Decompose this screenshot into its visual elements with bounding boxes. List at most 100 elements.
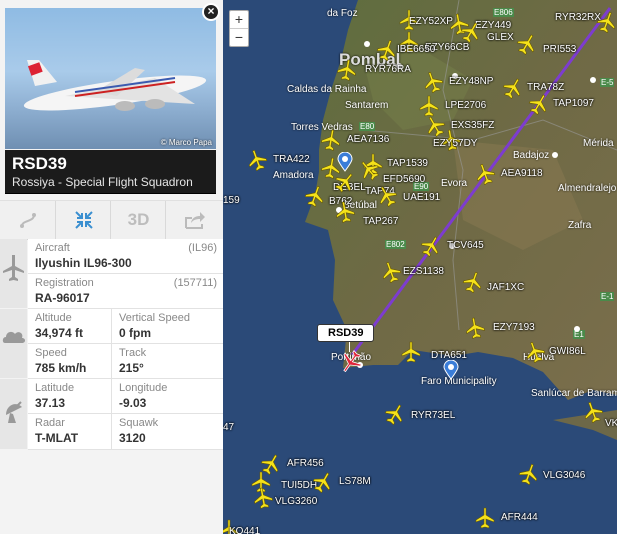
aircraft-code: (IL96)	[188, 242, 217, 254]
flight-callsign-tag[interactable]: KO441	[229, 526, 260, 534]
flight-map[interactable]: + − da Foz Pombal Caldas da Rainha Santa…	[223, 0, 617, 534]
registration-label: Registration	[35, 277, 94, 289]
center-map-button[interactable]	[55, 201, 111, 239]
flight-callsign-tag[interactable]: EZY48NP	[449, 76, 493, 87]
flight-plane-icon[interactable]	[384, 403, 406, 425]
flight-callsign-tag[interactable]: TAP1539	[387, 158, 428, 169]
flight-callsign-tag[interactable]: AEA9118	[501, 168, 543, 179]
flight-callsign-tag[interactable]: TRA422	[273, 154, 310, 165]
zoom-in-button[interactable]: +	[230, 11, 248, 28]
registration-value: RA-96017	[35, 291, 90, 305]
track-label: Track	[119, 347, 147, 359]
flight-plane-icon[interactable]	[474, 507, 496, 529]
flight-callsign-tag[interactable]: TCV645	[447, 240, 484, 251]
flight-callsign-tag[interactable]: AFR444	[501, 512, 538, 523]
zoom-out-button[interactable]: −	[230, 28, 248, 46]
flight-plane-icon[interactable]	[320, 129, 342, 151]
flight-callsign-tag[interactable]: DTA651	[431, 350, 467, 361]
flight-plane-icon[interactable]	[528, 93, 550, 115]
squawk-label: Squawk	[119, 417, 159, 429]
close-panel-button[interactable]: ×	[202, 3, 220, 21]
aircraft-category	[0, 239, 27, 308]
flight-title-box: RSD39 Rossiya - Special Flight Squadron	[5, 150, 216, 194]
latitude-value: 37.13	[35, 396, 66, 410]
flight-callsign-tag[interactable]: AFR456	[287, 458, 324, 469]
flight-callsign-tag[interactable]: VLG3046	[543, 470, 585, 481]
flight-callsign-tag[interactable]: GWI86L	[549, 346, 586, 357]
flight-plane-icon[interactable]	[474, 163, 496, 185]
road-shield: E-5	[600, 78, 615, 87]
speed-field: Speed 785 km/h	[28, 344, 111, 379]
squawk-field: Squawk 3120	[111, 414, 223, 450]
flight-callsign-tag[interactable]: AEA7136	[347, 134, 389, 145]
flight-callsign-tag[interactable]: JAF1XC	[487, 282, 524, 293]
airport-marker-icon	[443, 360, 459, 380]
flight-plane-icon[interactable]	[418, 95, 440, 117]
flight-plane-icon[interactable]	[460, 21, 482, 43]
view-3d-button[interactable]: 3D	[110, 201, 166, 239]
flight-callsign-tag[interactable]: EZY57DY	[433, 138, 477, 149]
city-label: da Foz	[327, 8, 358, 19]
route-button[interactable]	[0, 201, 55, 239]
flight-callsign-tag[interactable]: TAP1097	[553, 98, 594, 109]
flight-plane-icon[interactable]	[334, 171, 356, 193]
flight-callsign-tag[interactable]: UAE191	[403, 192, 440, 203]
flight-callsign-tag[interactable]: VKG847	[605, 418, 617, 429]
edge-label: 47	[223, 422, 235, 433]
flight-callsign-tag[interactable]: TAP267	[363, 216, 398, 227]
flight-callsign-tag[interactable]: EFD5690	[383, 174, 425, 185]
city-label: Zafra	[568, 220, 592, 231]
flight-callsign-tag[interactable]: VLG3260	[275, 496, 317, 507]
flight-callsign-tag[interactable]: GLEX	[487, 32, 514, 43]
flight-callsign-tag[interactable]: EZY52XP	[409, 16, 453, 27]
flight-callsign-tag[interactable]: EZY7193	[493, 322, 535, 333]
vertical-speed-field: Vertical Speed 0 fpm	[111, 309, 223, 344]
flight-plane-icon[interactable]	[246, 149, 268, 171]
flight-plane-icon[interactable]	[376, 39, 398, 61]
city-label: Mérida	[583, 138, 614, 149]
flight-plane-icon[interactable]	[252, 487, 274, 509]
flight-plane-icon[interactable]	[358, 159, 380, 181]
flight-plane-icon[interactable]	[518, 463, 540, 485]
flight-plane-icon[interactable]	[422, 71, 444, 93]
weather-category	[0, 309, 27, 378]
flight-callsign-tag[interactable]: RYR73EL	[411, 410, 455, 421]
longitude-value: -9.03	[119, 396, 147, 410]
flight-plane-icon[interactable]	[400, 341, 422, 363]
share-button[interactable]	[165, 201, 223, 239]
flight-operator: Rossiya - Special Flight Squadron	[12, 175, 193, 189]
vertical-speed-label: Vertical Speed	[119, 312, 190, 324]
flight-callsign-tag[interactable]: TRA78Z	[527, 82, 564, 93]
flight-plane-icon[interactable]	[420, 235, 442, 257]
flight-plane-icon[interactable]	[502, 77, 524, 99]
flight-callsign-tag[interactable]: PRI553	[543, 44, 576, 55]
speed-value: 785 km/h	[35, 361, 87, 375]
flight-plane-icon[interactable]	[464, 317, 486, 339]
squawk-value: 3120	[119, 431, 146, 445]
flight-callsign-tag[interactable]: IBE6650	[397, 44, 435, 55]
flight-callsign-tag[interactable]: LS78M	[339, 476, 371, 487]
flight-plane-icon[interactable]	[524, 341, 546, 363]
track-value: 215°	[119, 361, 144, 375]
flight-callsign-tag[interactable]: RYR32RX	[555, 12, 601, 23]
flight-plane-icon[interactable]	[336, 59, 358, 81]
radar-label: Radar	[35, 417, 65, 429]
route-icon	[19, 213, 36, 228]
road-shield: E80	[359, 122, 376, 131]
selected-flight-label[interactable]: RSD39	[317, 324, 375, 342]
flight-plane-icon[interactable]	[334, 201, 356, 223]
flight-plane-icon[interactable]	[516, 33, 538, 55]
flight-callsign-tag[interactable]: EZS1138	[403, 266, 444, 277]
city-label: Evora	[441, 178, 468, 189]
flight-callsign-tag[interactable]: LPE2706	[445, 100, 486, 111]
airport-dot	[364, 41, 370, 47]
flight-plane-icon[interactable]	[376, 185, 398, 207]
flight-callsign-tag[interactable]: RYR76RA	[365, 64, 411, 75]
flight-plane-icon[interactable]	[312, 471, 334, 493]
selected-plane-icon[interactable]	[339, 350, 363, 374]
city-label: Santarem	[345, 100, 389, 111]
flight-plane-icon[interactable]	[304, 185, 326, 207]
flight-plane-icon[interactable]	[380, 261, 402, 283]
flight-plane-icon[interactable]	[582, 401, 604, 423]
flight-plane-icon[interactable]	[462, 271, 484, 293]
